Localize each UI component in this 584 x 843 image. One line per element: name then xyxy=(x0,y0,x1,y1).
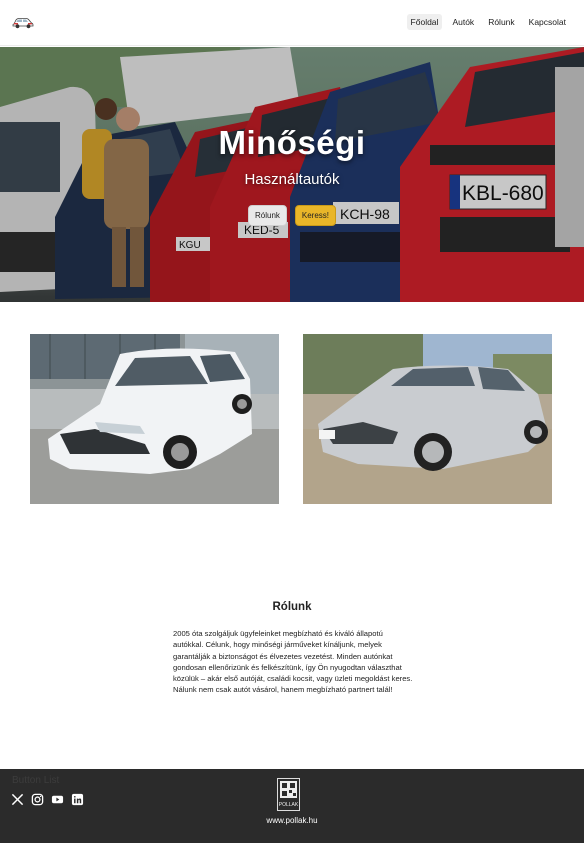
instagram-icon[interactable] xyxy=(31,793,44,806)
hero-title: Minőségi xyxy=(218,124,366,161)
main-nav: Főoldal Autók Rólunk Kapcsolat xyxy=(406,14,570,30)
about-text: 2005 óta szolgáljuk ügyfeleinket megbízh… xyxy=(173,629,413,695)
about-title: Rólunk xyxy=(272,601,312,613)
site-header: Főoldal Autók Rólunk Kapcsolat xyxy=(0,0,584,46)
youtube-icon[interactable] xyxy=(51,793,64,806)
search-button[interactable]: Keress! xyxy=(294,205,337,226)
linkedin-icon[interactable] xyxy=(71,793,84,806)
hero-buttons: Rólunk Keress! xyxy=(0,205,584,226)
footer-website-url[interactable]: www.pollak.hu xyxy=(0,816,584,825)
nav-item-contact[interactable]: Kapcsolat xyxy=(525,14,570,30)
footer-button-list-label: Button List xyxy=(12,775,60,786)
nav-item-about[interactable]: Rólunk xyxy=(484,14,518,30)
car-photo-silver-hatchback xyxy=(303,334,552,504)
car-image-ford[interactable] xyxy=(30,334,279,504)
pollak-logo-icon[interactable]: POLLAK xyxy=(277,778,300,811)
car-image-peugeot[interactable] xyxy=(303,334,552,504)
about-button[interactable]: Rólunk xyxy=(247,205,287,226)
nav-item-cars[interactable]: Autók xyxy=(448,14,478,30)
site-footer: Button List POLLAK www.pollak.hu xyxy=(0,769,584,843)
footer-logo-text: POLLAK xyxy=(279,802,299,808)
nav-item-home[interactable]: Főoldal xyxy=(406,14,443,30)
x-icon[interactable] xyxy=(11,793,24,806)
car-photo-white-estate xyxy=(30,334,279,504)
hero-subtitle: Használtautók xyxy=(244,171,340,188)
car-logo-icon[interactable] xyxy=(12,16,34,29)
social-links xyxy=(11,793,84,806)
hero-section: KBL-680 KCH-98 KED-5 KGU Minőségi Haszná… xyxy=(0,47,584,302)
